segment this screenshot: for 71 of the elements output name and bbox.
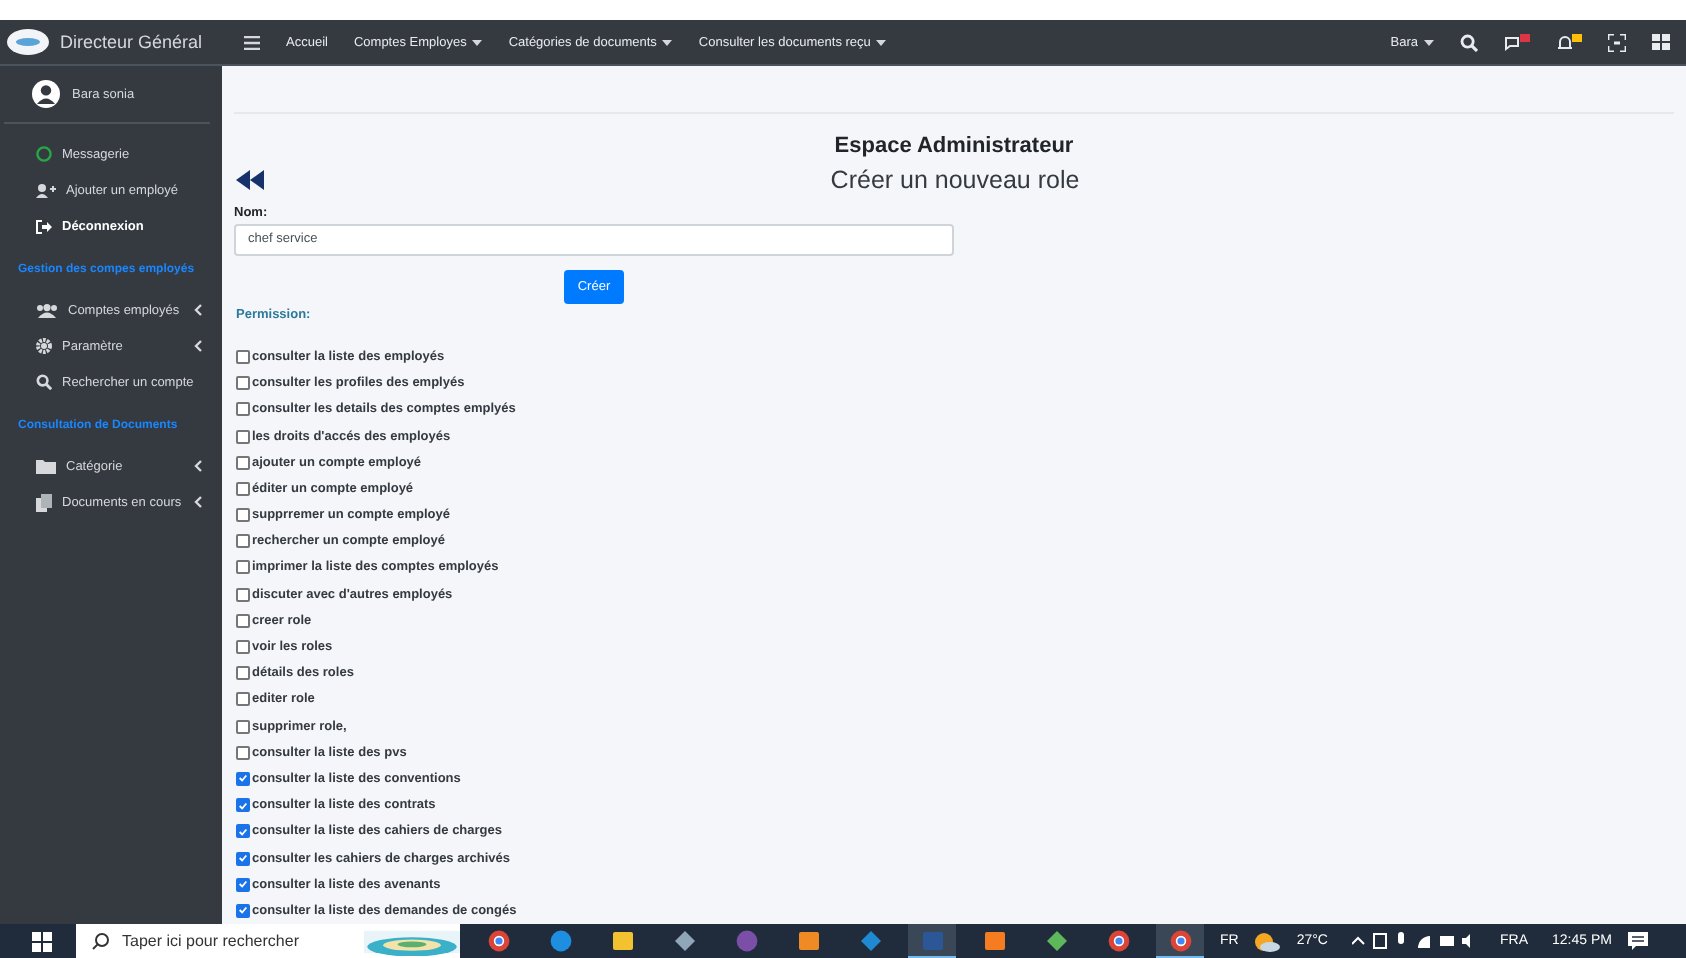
checkbox[interactable] <box>236 798 250 813</box>
caret-icon <box>876 39 887 45</box>
search-icon <box>92 932 110 950</box>
caret-icon <box>194 340 202 352</box>
checkbox[interactable] <box>236 877 250 892</box>
diamond-icon <box>1045 930 1067 952</box>
checkbox[interactable] <box>236 429 250 444</box>
checkbox[interactable] <box>236 376 250 391</box>
square-icon <box>797 930 819 952</box>
checkbox[interactable] <box>236 560 250 575</box>
caret-icon <box>472 39 483 45</box>
back-icon[interactable] <box>236 169 264 190</box>
folder-icon <box>611 930 633 952</box>
messages-icon[interactable] <box>1504 33 1530 51</box>
menu-icon[interactable] <box>244 35 260 49</box>
checkbox[interactable] <box>236 824 250 839</box>
diamond-icon <box>673 930 695 952</box>
orb-icon <box>735 930 757 952</box>
notifications-icon[interactable] <box>1627 932 1648 950</box>
caret-icon <box>662 39 673 45</box>
checkbox[interactable] <box>236 771 250 786</box>
user-plus-icon <box>36 183 56 197</box>
avatar-icon <box>32 80 60 108</box>
logo-icon <box>6 28 50 56</box>
chrome-icon <box>1169 929 1191 951</box>
checkbox[interactable] <box>236 692 250 707</box>
windows-icon[interactable] <box>32 931 52 951</box>
checkbox[interactable] <box>236 640 250 655</box>
bell-icon[interactable] <box>1556 33 1582 51</box>
taskbar-app[interactable] <box>1156 924 1204 958</box>
checkbox[interactable] <box>236 587 250 602</box>
square-icon <box>983 930 1005 952</box>
chrome-icon <box>487 930 509 952</box>
form-title: Créer un nouveau role <box>828 165 1082 194</box>
caret-icon <box>194 304 202 316</box>
system-tray-icons[interactable] <box>1351 932 1476 950</box>
search-icon[interactable] <box>1460 33 1478 51</box>
circle-icon <box>549 930 571 952</box>
taskbar-app[interactable] <box>908 924 956 958</box>
circle-icon <box>36 146 52 162</box>
weather-icon <box>1254 931 1281 951</box>
folder-icon <box>36 459 56 473</box>
checkbox[interactable] <box>236 719 250 734</box>
square-icon <box>921 929 943 951</box>
checkbox[interactable] <box>236 534 250 549</box>
gear-icon <box>36 338 52 354</box>
logout-icon <box>36 219 52 233</box>
taskbar-search-box[interactable]: Taper ici pour rechercher <box>76 924 460 958</box>
checkbox[interactable] <box>236 402 250 417</box>
checkbox[interactable] <box>236 481 250 496</box>
checkbox[interactable] <box>236 613 250 628</box>
checkbox[interactable] <box>236 851 250 866</box>
users-icon <box>36 303 58 317</box>
checkbox[interactable] <box>236 455 250 470</box>
checkbox[interactable] <box>236 508 250 523</box>
checkbox[interactable] <box>236 745 250 760</box>
chrome-icon <box>1107 930 1129 952</box>
caret-icon <box>194 496 202 508</box>
checkbox[interactable] <box>236 349 250 364</box>
caret-icon <box>194 460 202 472</box>
checkbox[interactable] <box>236 666 250 681</box>
checkbox[interactable] <box>236 903 250 918</box>
documents-icon <box>36 493 52 511</box>
expand-icon[interactable] <box>1608 33 1626 51</box>
brand-title[interactable]: Directeur Général <box>60 32 203 52</box>
search-icon <box>36 374 52 390</box>
taskbar-search-field[interactable]: Taper ici pour rechercher <box>122 932 352 950</box>
caret-icon <box>1424 39 1434 45</box>
grid-icon[interactable] <box>1652 34 1670 50</box>
diamond-icon <box>859 930 881 952</box>
page-title: Espace Administrateur <box>832 133 1076 158</box>
